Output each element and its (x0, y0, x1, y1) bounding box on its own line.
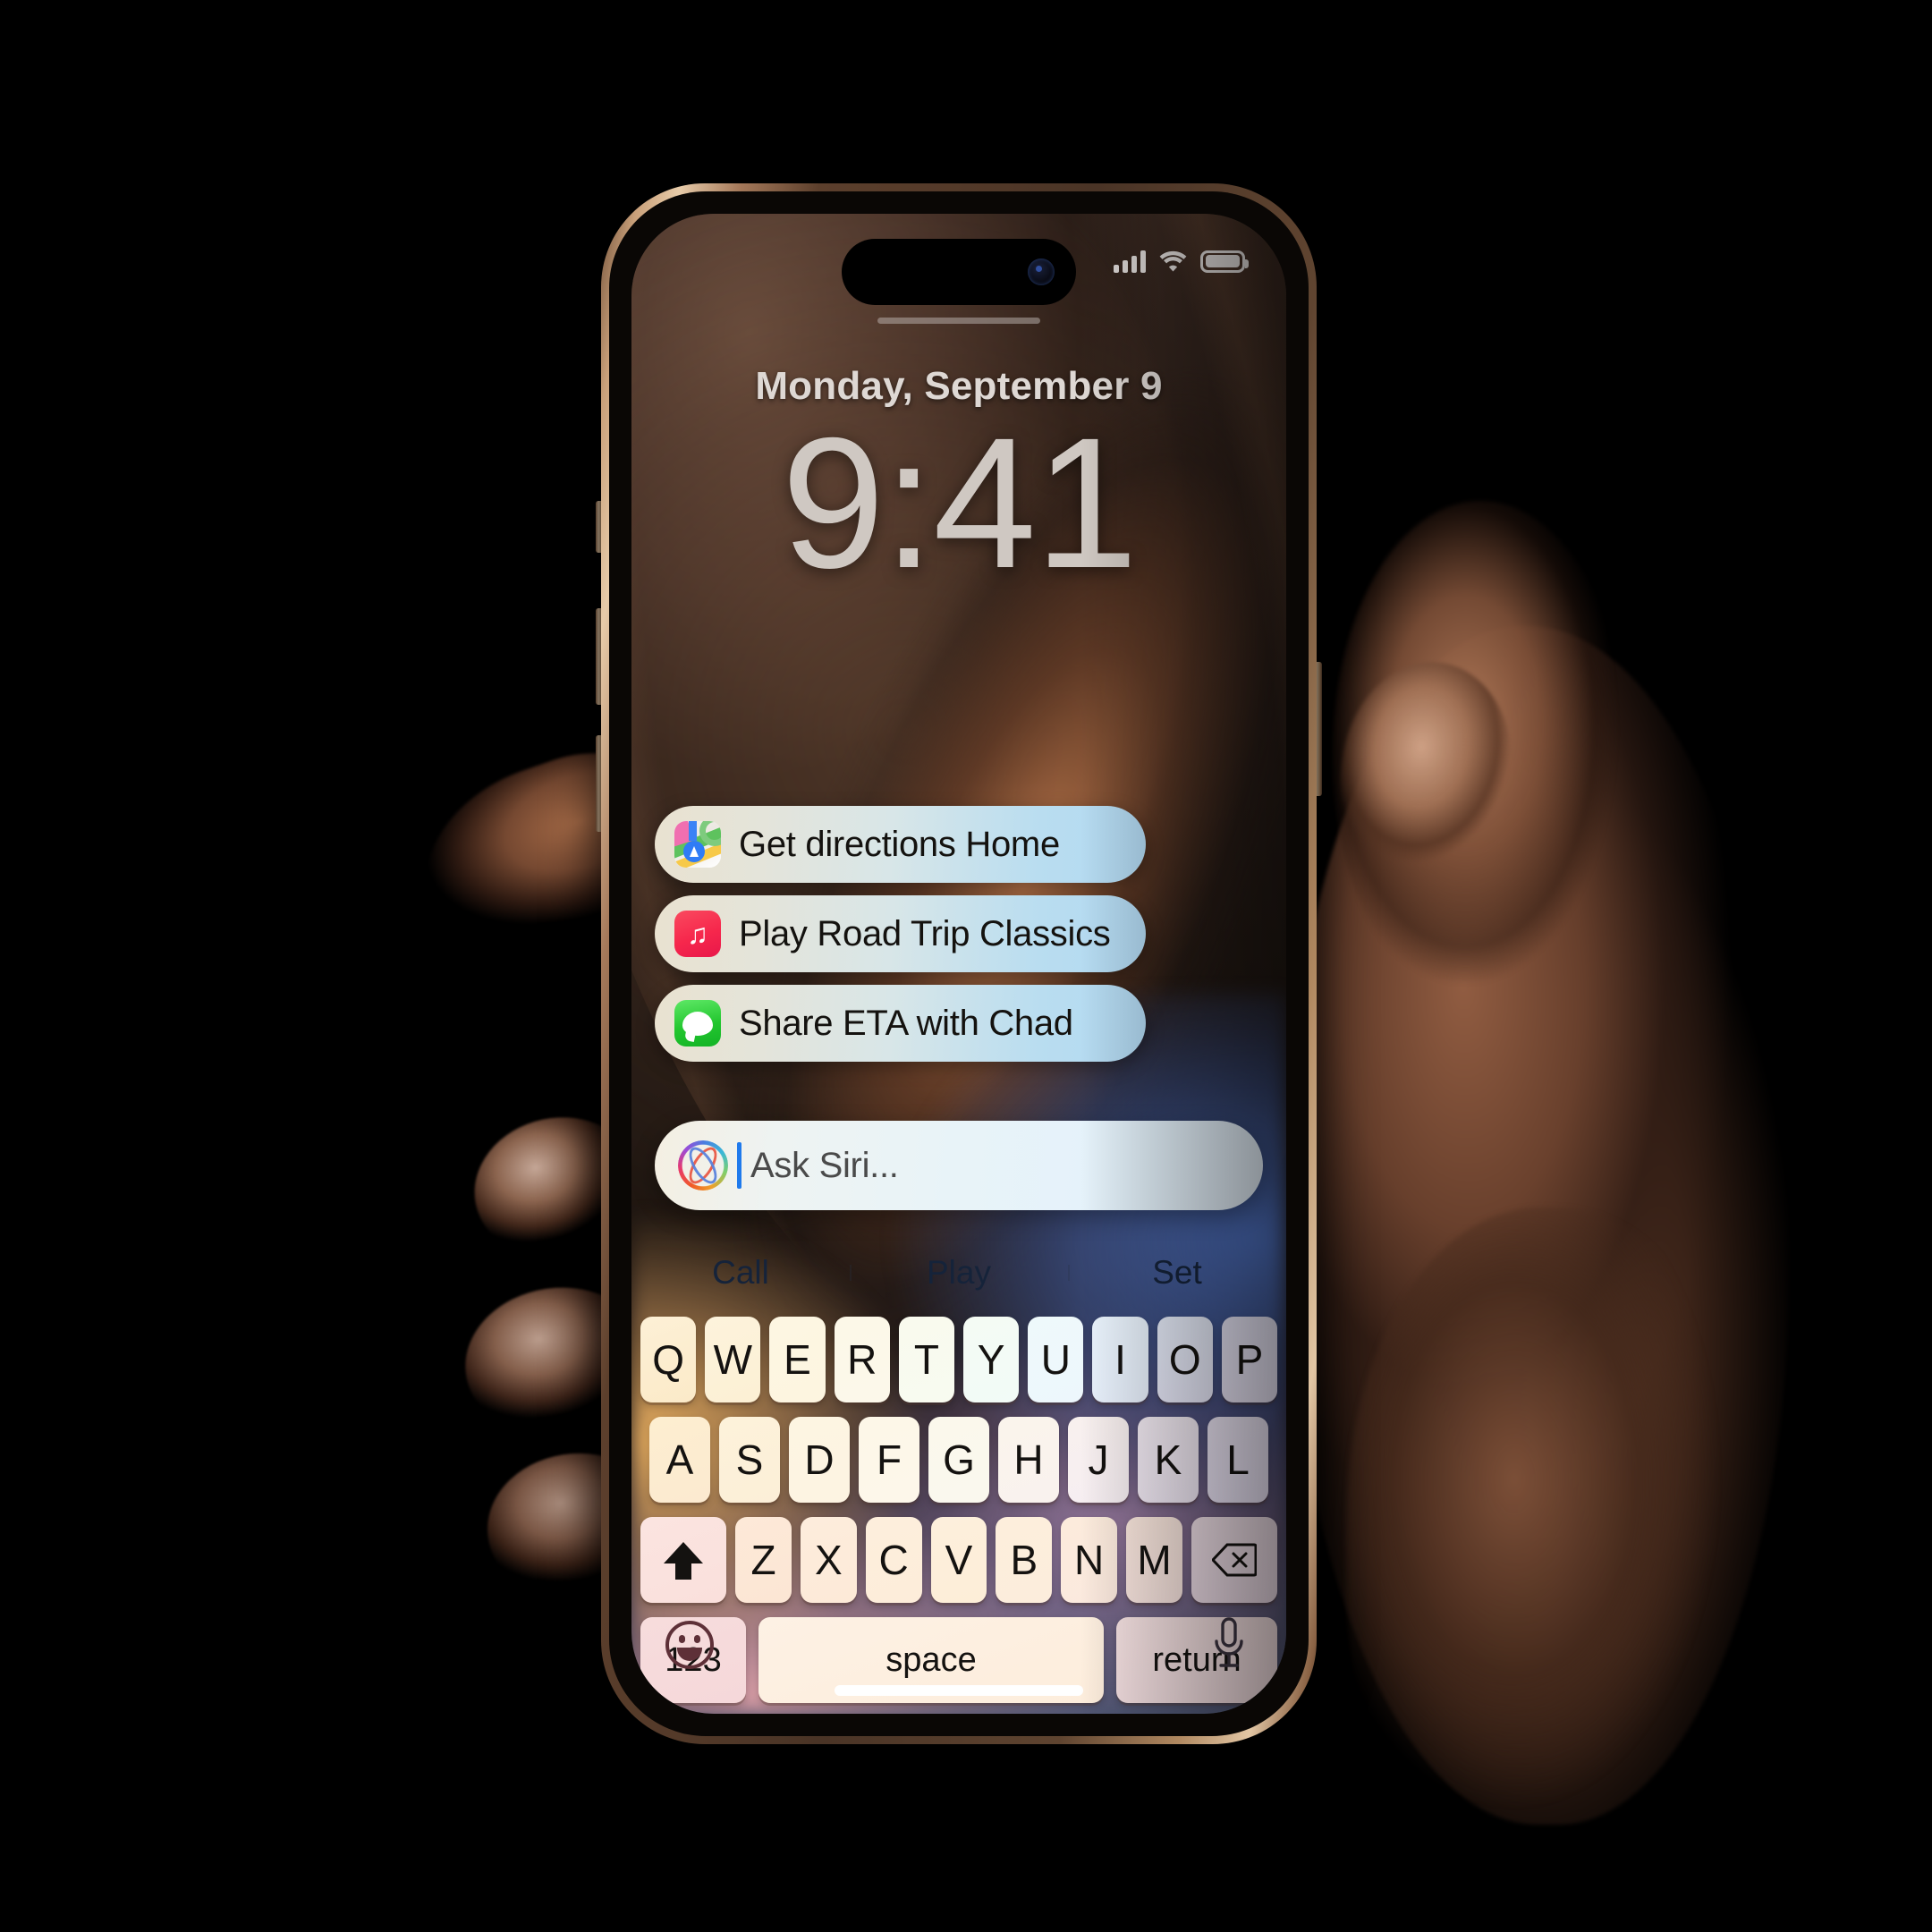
siri-suggestion-label: Get directions Home (739, 824, 1060, 864)
siri-suggestion-label: Play Road Trip Classics (739, 913, 1111, 953)
device-screen[interactable]: Monday, September 9 9:41 Get directions … (631, 214, 1286, 1714)
lockscreen-clock: 9:41 (781, 400, 1139, 607)
key-y[interactable]: Y (963, 1317, 1020, 1402)
siri-suggestion-share-eta-with-chad[interactable]: Share ETA with Chad (655, 985, 1147, 1062)
maps-app-icon (674, 821, 721, 868)
key-v[interactable]: V (930, 1517, 987, 1603)
siri-suggestion-play-road-trip-classics[interactable]: Play Road Trip Classics (655, 895, 1147, 972)
key-p[interactable]: P (1221, 1317, 1278, 1402)
music-app-icon (674, 911, 721, 957)
key-k[interactable]: K (1138, 1417, 1199, 1503)
keyboard-bottom-bar (631, 1606, 1286, 1714)
siri-suggestion-label: Share ETA with Chad (739, 1003, 1073, 1043)
key-s[interactable]: S (719, 1417, 780, 1503)
battery-icon (1200, 250, 1249, 273)
predictive-suggestion-set[interactable]: Set (1068, 1254, 1286, 1292)
messages-app-icon (674, 1000, 721, 1046)
dynamic-island[interactable] (842, 239, 1076, 305)
predictive-suggestion-play[interactable]: Play (850, 1254, 1068, 1292)
key-b[interactable]: B (996, 1517, 1053, 1603)
screenshot-stage: Monday, September 9 9:41 Get directions … (0, 0, 1932, 1932)
key-w[interactable]: W (705, 1317, 761, 1402)
onscreen-keyboard: Q W E R T Y U I O P A S D F G H J K L Z … (631, 1308, 1286, 1714)
key-g[interactable]: G (928, 1417, 989, 1503)
shift-icon (664, 1540, 703, 1580)
ask-siri-input[interactable]: Ask Siri... (655, 1121, 1263, 1210)
key-r[interactable]: R (834, 1317, 890, 1402)
front-camera-icon (1028, 258, 1055, 285)
shift-key[interactable] (640, 1517, 727, 1603)
key-t[interactable]: T (898, 1317, 954, 1402)
ask-siri-placeholder: Ask Siri... (750, 1145, 899, 1185)
hand-palm (1288, 626, 1789, 1825)
key-e[interactable]: E (769, 1317, 826, 1402)
siri-suggestion-get-directions-home[interactable]: Get directions Home (655, 806, 1147, 883)
key-d[interactable]: D (789, 1417, 850, 1503)
key-j[interactable]: J (1068, 1417, 1129, 1503)
key-f[interactable]: F (859, 1417, 919, 1503)
cellular-signal-icon (1114, 250, 1146, 273)
key-l[interactable]: L (1208, 1417, 1268, 1503)
key-u[interactable]: U (1028, 1317, 1084, 1402)
wifi-icon (1158, 250, 1188, 273)
key-a[interactable]: A (649, 1417, 710, 1503)
key-z[interactable]: Z (735, 1517, 792, 1603)
microphone-icon[interactable] (1209, 1617, 1249, 1673)
key-o[interactable]: O (1157, 1317, 1213, 1402)
backspace-icon (1211, 1543, 1257, 1577)
backspace-key[interactable] (1191, 1517, 1277, 1603)
siri-suggestions-list: Get directions Home Play Road Trip Class… (655, 806, 1147, 1062)
emoji-icon[interactable] (665, 1621, 714, 1669)
keyboard-row-1: Q W E R T Y U I O P (640, 1317, 1278, 1402)
home-indicator[interactable] (835, 1685, 1083, 1696)
hand-upper-palm (1333, 501, 1628, 1002)
key-x[interactable]: X (800, 1517, 857, 1603)
status-bar (1114, 250, 1249, 273)
hand-lower-palm (1346, 1208, 1767, 1887)
keyboard-row-3: Z X C V B N M (640, 1517, 1277, 1603)
hand-thumb (1327, 650, 1526, 888)
keyboard-row-2: A S D F G H J K L (640, 1417, 1277, 1503)
key-q[interactable]: Q (640, 1317, 697, 1402)
text-cursor (737, 1142, 741, 1189)
predictive-suggestion-call[interactable]: Call (631, 1254, 850, 1292)
siri-loop-icon (678, 1140, 728, 1191)
device-bezel: Monday, September 9 9:41 Get directions … (609, 191, 1309, 1736)
key-m[interactable]: M (1126, 1517, 1182, 1603)
predictive-text-bar: Call Play Set (631, 1238, 1286, 1308)
key-h[interactable]: H (998, 1417, 1059, 1503)
key-c[interactable]: C (865, 1517, 922, 1603)
siri-listening-bar (877, 318, 1040, 324)
key-n[interactable]: N (1061, 1517, 1118, 1603)
iphone-device: Monday, September 9 9:41 Get directions … (601, 183, 1317, 1744)
key-i[interactable]: I (1092, 1317, 1148, 1402)
